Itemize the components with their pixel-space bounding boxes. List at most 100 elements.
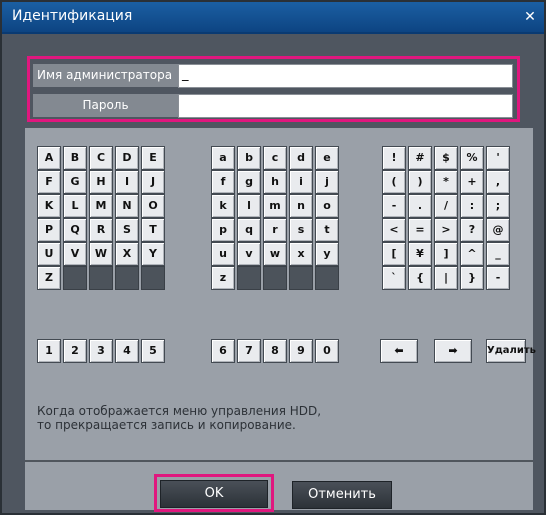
key-digit-2[interactable]: 2 bbox=[63, 339, 87, 363]
key-lower-4-2[interactable]: w bbox=[263, 242, 287, 266]
key-lower-4-0[interactable]: u bbox=[211, 242, 235, 266]
key-symbol-1-1[interactable]: ) bbox=[408, 170, 432, 194]
key-lower-1-2[interactable]: h bbox=[263, 170, 287, 194]
key-symbol-2-3[interactable]: : bbox=[460, 194, 484, 218]
key-lower-2-1[interactable]: l bbox=[237, 194, 261, 218]
key-lower-1-3[interactable]: i bbox=[289, 170, 313, 194]
key-digit-5[interactable]: 5 bbox=[141, 339, 165, 363]
delete-button[interactable]: Удалить bbox=[486, 339, 536, 363]
key-symbol-1-0[interactable]: ( bbox=[382, 170, 406, 194]
key-upper-1-2[interactable]: H bbox=[89, 170, 113, 194]
key-upper-4-3[interactable]: X bbox=[115, 242, 139, 266]
key-upper-0-4[interactable]: E bbox=[141, 146, 165, 170]
key-symbol-5-2[interactable]: | bbox=[434, 266, 458, 290]
key-upper-2-4[interactable]: O bbox=[141, 194, 165, 218]
key-lower-4-1[interactable]: v bbox=[237, 242, 261, 266]
key-symbol-1-3[interactable]: + bbox=[460, 170, 484, 194]
key-upper-1-0[interactable]: F bbox=[37, 170, 61, 194]
key-symbol-1-2[interactable]: * bbox=[434, 170, 458, 194]
key-lower-2-4[interactable]: o bbox=[315, 194, 339, 218]
key-upper-1-3[interactable]: I bbox=[115, 170, 139, 194]
key-symbol-3-1[interactable]: = bbox=[408, 218, 432, 242]
key-digit-7[interactable]: 7 bbox=[237, 339, 261, 363]
key-lower-4-3[interactable]: x bbox=[289, 242, 313, 266]
key-upper-0-2[interactable]: C bbox=[89, 146, 113, 170]
key-symbol-3-4[interactable]: @ bbox=[486, 218, 510, 242]
key-lower-3-0[interactable]: p bbox=[211, 218, 235, 242]
key-symbol-0-3[interactable]: % bbox=[460, 146, 484, 170]
key-upper-4-0[interactable]: U bbox=[37, 242, 61, 266]
key-digit-0[interactable]: 0 bbox=[315, 339, 339, 363]
key-symbol-5-0[interactable]: ` bbox=[382, 266, 406, 290]
key-lower-3-1[interactable]: q bbox=[237, 218, 261, 242]
key-symbol-0-1[interactable]: # bbox=[408, 146, 432, 170]
key-digit-6[interactable]: 6 bbox=[211, 339, 235, 363]
key-symbol-5-3[interactable]: } bbox=[460, 266, 484, 290]
key-symbol-4-4[interactable]: _ bbox=[486, 242, 510, 266]
key-symbol-3-3[interactable]: ? bbox=[460, 218, 484, 242]
key-lower-0-4[interactable]: e bbox=[315, 146, 339, 170]
key-upper-2-0[interactable]: K bbox=[37, 194, 61, 218]
key-symbol-2-0[interactable]: - bbox=[382, 194, 406, 218]
key-upper-2-3[interactable]: N bbox=[115, 194, 139, 218]
key-lower-1-0[interactable]: f bbox=[211, 170, 235, 194]
key-symbol-3-0[interactable]: < bbox=[382, 218, 406, 242]
key-upper-3-1[interactable]: Q bbox=[63, 218, 87, 242]
key-upper-3-2[interactable]: R bbox=[89, 218, 113, 242]
key-symbol-4-2[interactable]: ] bbox=[434, 242, 458, 266]
key-symbol-2-2[interactable]: / bbox=[434, 194, 458, 218]
key-digit-9[interactable]: 9 bbox=[289, 339, 313, 363]
key-lower-2-2[interactable]: m bbox=[263, 194, 287, 218]
key-lower-3-4[interactable]: t bbox=[315, 218, 339, 242]
key-lower-0-1[interactable]: b bbox=[237, 146, 261, 170]
key-digit-3[interactable]: 3 bbox=[89, 339, 113, 363]
key-upper-4-4[interactable]: Y bbox=[141, 242, 165, 266]
key-symbol-1-4[interactable]: , bbox=[486, 170, 510, 194]
key-lower-2-3[interactable]: n bbox=[289, 194, 313, 218]
key-symbol-0-4[interactable]: ' bbox=[486, 146, 510, 170]
admin-name-input[interactable]: _ bbox=[178, 64, 513, 88]
close-icon[interactable]: ✕ bbox=[522, 9, 538, 25]
key-upper-3-4[interactable]: T bbox=[141, 218, 165, 242]
key-upper-5-0[interactable]: Z bbox=[37, 266, 61, 290]
key-symbol-5-1[interactable]: { bbox=[408, 266, 432, 290]
ok-button[interactable]: OK bbox=[160, 480, 268, 508]
left-arrow-icon[interactable]: ⬅ bbox=[380, 339, 418, 363]
key-lower-1-1[interactable]: g bbox=[237, 170, 261, 194]
key-symbol-4-3[interactable]: ^ bbox=[460, 242, 484, 266]
key-lower-3-2[interactable]: r bbox=[263, 218, 287, 242]
key-lower-5-0[interactable]: z bbox=[211, 266, 235, 290]
key-upper-1-1[interactable]: G bbox=[63, 170, 87, 194]
key-upper-3-3[interactable]: S bbox=[115, 218, 139, 242]
key-upper-0-0[interactable]: A bbox=[37, 146, 61, 170]
key-lower-3-3[interactable]: s bbox=[289, 218, 313, 242]
key-upper-3-0[interactable]: P bbox=[37, 218, 61, 242]
password-input[interactable] bbox=[178, 94, 513, 118]
key-lower-0-0[interactable]: a bbox=[211, 146, 235, 170]
key-upper-1-4[interactable]: J bbox=[141, 170, 165, 194]
key-upper-4-2[interactable]: W bbox=[89, 242, 113, 266]
key-lower-1-4[interactable]: j bbox=[315, 170, 339, 194]
key-symbol-4-1[interactable]: ¥ bbox=[408, 242, 432, 266]
key-upper-2-2[interactable]: M bbox=[89, 194, 113, 218]
cancel-button[interactable]: Отменить bbox=[292, 481, 392, 509]
right-arrow-icon[interactable]: ➡ bbox=[434, 339, 472, 363]
key-upper-0-3[interactable]: D bbox=[115, 146, 139, 170]
key-digit-1[interactable]: 1 bbox=[37, 339, 61, 363]
key-lower-4-4[interactable]: y bbox=[315, 242, 339, 266]
key-upper-4-1[interactable]: V bbox=[63, 242, 87, 266]
key-symbol-2-4[interactable]: ; bbox=[486, 194, 510, 218]
key-lower-0-3[interactable]: d bbox=[289, 146, 313, 170]
key-symbol-0-0[interactable]: ! bbox=[382, 146, 406, 170]
key-symbol-0-2[interactable]: $ bbox=[434, 146, 458, 170]
key-digit-4[interactable]: 4 bbox=[115, 339, 139, 363]
key-symbol-3-2[interactable]: > bbox=[434, 218, 458, 242]
key-symbol-5-4[interactable]: - bbox=[486, 266, 510, 290]
key-symbol-2-1[interactable]: . bbox=[408, 194, 432, 218]
key-lower-0-2[interactable]: c bbox=[263, 146, 287, 170]
key-lower-2-0[interactable]: k bbox=[211, 194, 235, 218]
key-upper-0-1[interactable]: B bbox=[63, 146, 87, 170]
key-symbol-4-0[interactable]: [ bbox=[382, 242, 406, 266]
key-digit-8[interactable]: 8 bbox=[263, 339, 287, 363]
key-upper-2-1[interactable]: L bbox=[63, 194, 87, 218]
